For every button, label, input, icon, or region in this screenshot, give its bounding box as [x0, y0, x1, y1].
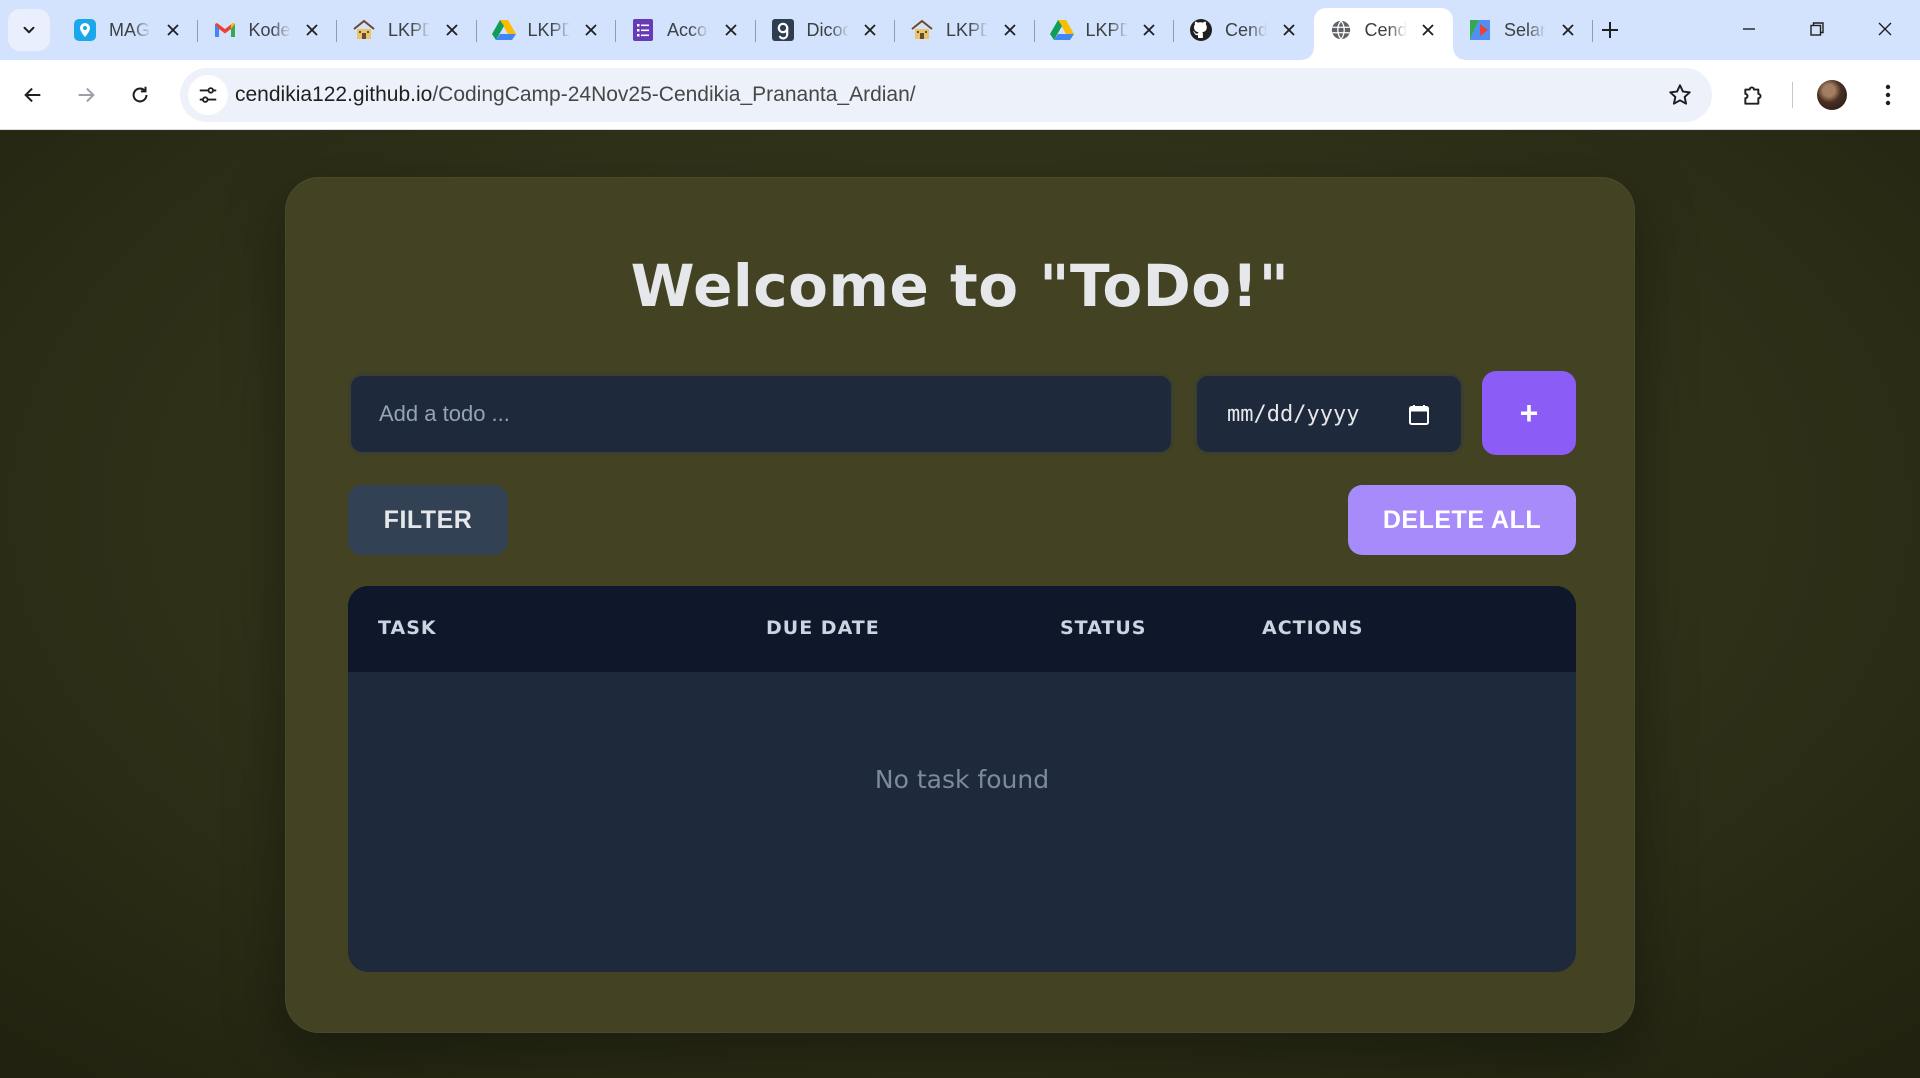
gmail-icon [212, 17, 238, 43]
table-header: TASK DUE DATE STATUS ACTIONS [348, 586, 1576, 672]
close-icon[interactable] [859, 19, 881, 41]
todo-card: Welcome to "ToDo!" mm/dd/yyyy + FILTER D… [285, 177, 1635, 1033]
bookmark-star-button[interactable] [1666, 81, 1694, 109]
close-icon[interactable] [441, 19, 463, 41]
tab-cendikia-active[interactable]: Cendikia [1301, 8, 1465, 60]
browser-tabstrip: MAGANG Kode Verifikasi LKPD LKPD [0, 0, 1920, 60]
minimize-icon [1743, 28, 1755, 30]
calendar-icon[interactable] [1407, 403, 1431, 427]
tune-icon [199, 87, 217, 103]
add-todo-button[interactable]: + [1482, 371, 1576, 455]
reload-button[interactable] [120, 75, 160, 115]
column-header-actions: ACTIONS [1262, 617, 1364, 639]
close-icon[interactable] [301, 19, 323, 41]
site-info-button[interactable] [188, 75, 228, 115]
restore-button[interactable] [1783, 8, 1851, 50]
tab-title: Cendikia [1225, 19, 1267, 40]
address-bar[interactable]: cendikia122.github.io/CodingCamp-24Nov25… [180, 68, 1712, 122]
tab-list: MAGANG Kode Verifikasi LKPD LKPD [58, 8, 1593, 60]
url-text: cendikia122.github.io/CodingCamp-24Nov25… [235, 83, 916, 107]
tab-title: Cendikia [1364, 19, 1407, 40]
tab-title: LKPD [946, 19, 988, 40]
school-icon [351, 17, 377, 43]
close-icon[interactable] [162, 19, 184, 41]
tab-title: LKPD [527, 19, 570, 40]
tab-github[interactable]: Cendikia [1174, 8, 1314, 52]
plus-icon [1602, 22, 1618, 38]
tab-maps[interactable]: MAGANG [58, 8, 198, 52]
tab-selamat[interactable]: Selamat [1453, 8, 1593, 52]
page-title: Welcome to "ToDo!" [630, 252, 1290, 320]
column-header-task: TASK [378, 617, 437, 639]
tab-dicoding[interactable]: Dicoding [756, 8, 895, 52]
restore-icon [1810, 22, 1824, 36]
url-path: /CodingCamp-24Nov25-Cendikia_Prananta_Ar… [432, 83, 916, 106]
todo-table: TASK DUE DATE STATUS ACTIONS No task fou… [348, 586, 1576, 972]
url-host: cendikia122.github.io [235, 83, 433, 106]
globe-icon [1328, 17, 1354, 43]
forward-button[interactable] [66, 75, 106, 115]
close-window-button[interactable] [1851, 8, 1919, 50]
star-icon [1669, 84, 1691, 105]
column-header-status: STATUS [1060, 617, 1147, 639]
dicoding-icon [770, 17, 796, 43]
tab-title: Dicoding [806, 19, 849, 40]
profile-avatar[interactable] [1817, 80, 1847, 110]
tab-title: Kode Verifikasi [248, 19, 291, 40]
tab-title: Selamat [1504, 19, 1546, 40]
school-icon [909, 17, 935, 43]
due-date-input[interactable]: mm/dd/yyyy [1194, 373, 1464, 455]
toolbar-divider [1792, 82, 1793, 108]
column-header-due-date: DUE DATE [766, 617, 880, 639]
tab-lkpd-drive-2[interactable]: LKPD [1035, 8, 1174, 52]
google-drive-icon [491, 17, 517, 43]
new-tab-button[interactable] [1592, 12, 1628, 48]
back-button[interactable] [13, 75, 53, 115]
close-icon[interactable] [580, 19, 602, 41]
empty-state-message: No task found [874, 765, 1050, 794]
google-drive-icon [1049, 17, 1075, 43]
tab-lkpd-drive[interactable]: LKPD [477, 8, 616, 52]
reload-icon [132, 86, 148, 103]
puzzle-icon [1744, 86, 1762, 105]
tab-gmail[interactable]: Kode Verifikasi [198, 8, 337, 52]
chevron-down-icon [23, 26, 35, 34]
tab-lkpd-school[interactable]: LKPD [337, 8, 477, 52]
close-icon[interactable] [1138, 19, 1160, 41]
tab-title: LKPD [388, 19, 430, 40]
tab-title: LKPD [1085, 19, 1128, 40]
filter-button[interactable]: FILTER [348, 485, 508, 555]
tab-title: MAGANG [109, 19, 151, 40]
maps-pin-icon [72, 17, 98, 43]
close-icon[interactable] [999, 19, 1021, 41]
close-icon[interactable] [1557, 19, 1579, 41]
more-vert-icon [1885, 84, 1891, 106]
extensions-button[interactable] [1734, 75, 1774, 115]
browser-toolbar: cendikia122.github.io/CodingCamp-24Nov25… [0, 60, 1920, 130]
close-icon[interactable] [1278, 19, 1300, 41]
arrow-right-icon [78, 87, 95, 103]
tab-title: Accounting [667, 19, 709, 40]
github-icon [1188, 17, 1214, 43]
close-icon [1878, 22, 1892, 36]
close-icon[interactable] [720, 19, 742, 41]
delete-all-button[interactable]: DELETE ALL [1348, 485, 1576, 555]
tab-search-button[interactable] [8, 9, 50, 51]
date-placeholder: mm/dd/yyyy [1227, 402, 1360, 427]
tab-accounting[interactable]: Accounting [616, 8, 756, 52]
kanban-icon [1467, 17, 1493, 43]
forms-icon [630, 17, 656, 43]
todo-input[interactable] [348, 373, 1174, 455]
tab-lkpd-school-2[interactable]: LKPD [895, 8, 1035, 52]
arrow-left-icon [24, 87, 41, 103]
close-icon[interactable] [1417, 19, 1439, 41]
minimize-button[interactable] [1715, 8, 1783, 50]
page-viewport: Welcome to "ToDo!" mm/dd/yyyy + FILTER D… [0, 131, 1920, 1078]
browser-menu-button[interactable] [1868, 75, 1908, 115]
